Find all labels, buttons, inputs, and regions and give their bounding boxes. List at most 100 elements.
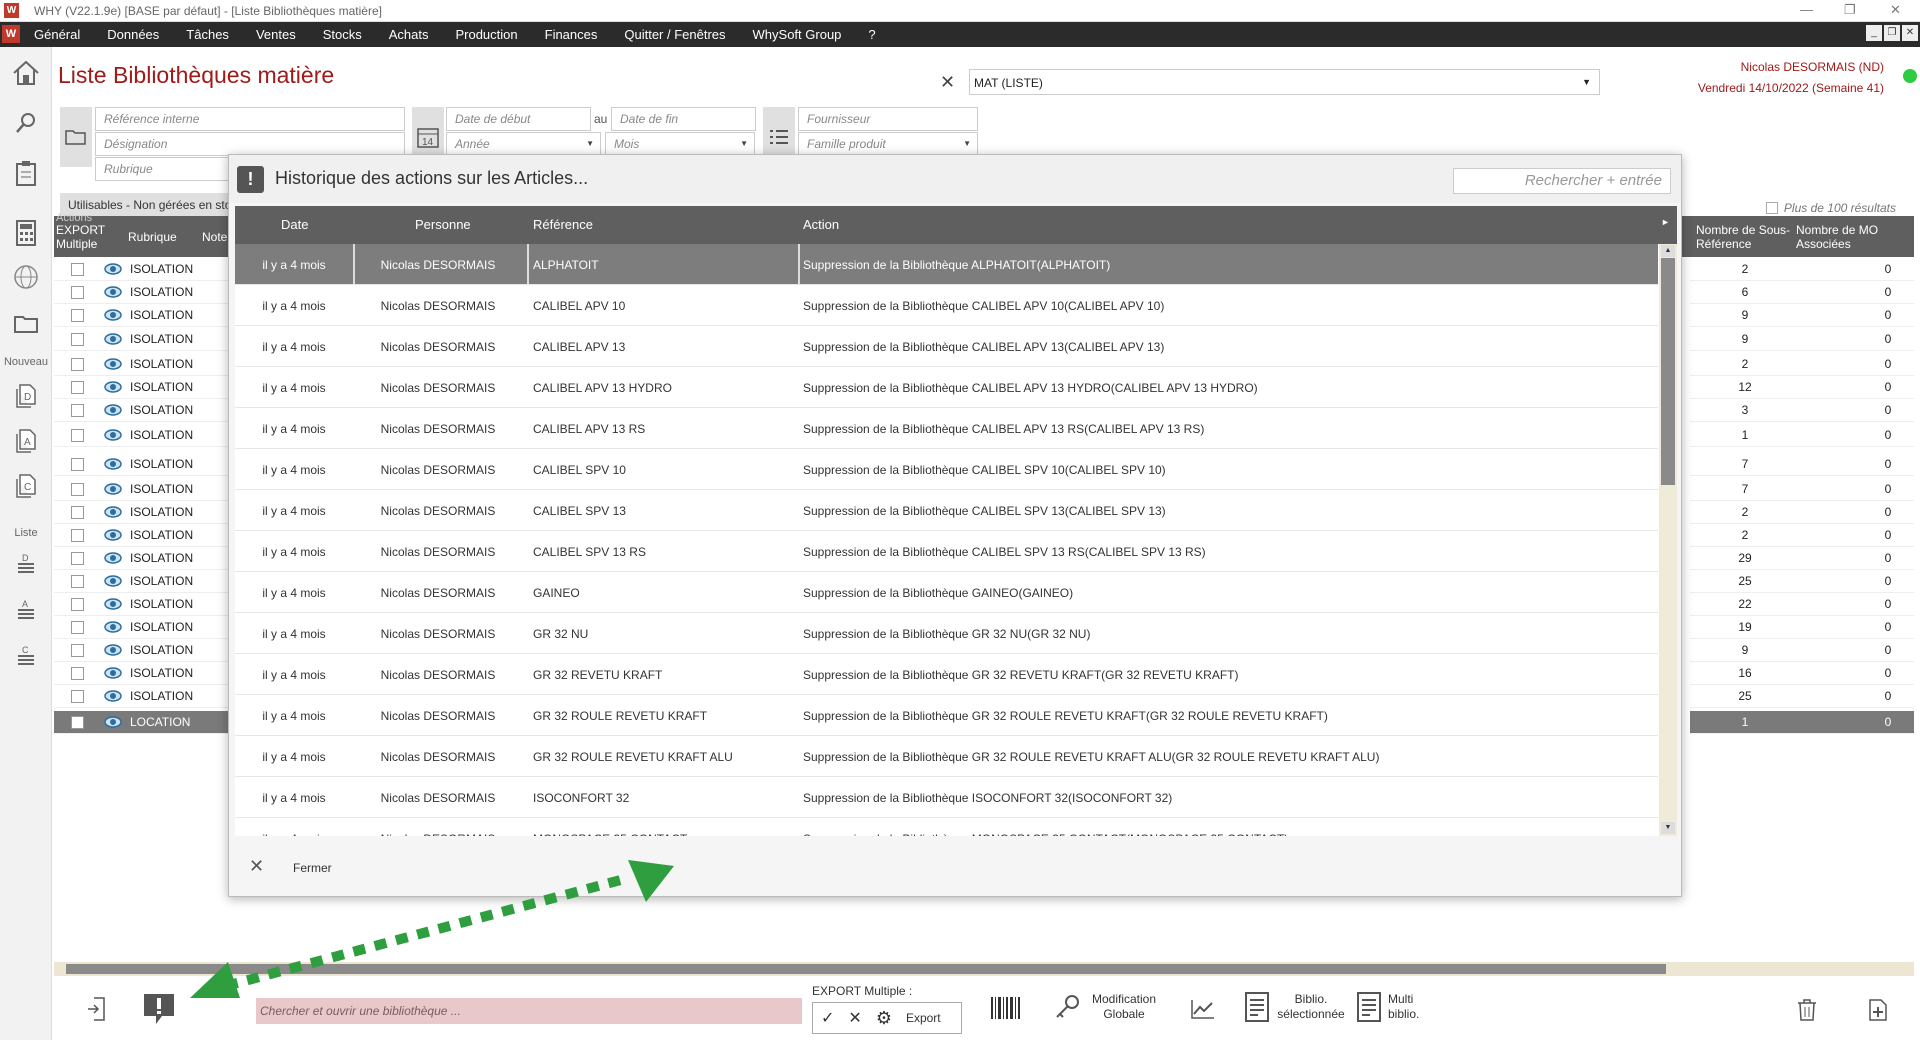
- history-row[interactable]: il y a 4 mois Nicolas DESORMAIS CALIBEL SP…: [235, 490, 1658, 531]
- row-checkbox[interactable]: [71, 598, 84, 611]
- menu-item[interactable]: Stocks: [323, 22, 362, 47]
- scrollbar-thumb[interactable]: [1661, 258, 1675, 485]
- menu-item[interactable]: ?: [868, 22, 875, 47]
- history-row[interactable]: il y a 4 mois Nicolas DESORMAIS CALIBEL AP…: [235, 285, 1658, 326]
- table-row[interactable]: ISOLATION: [54, 570, 234, 593]
- exit-icon[interactable]: [86, 996, 106, 1022]
- chart-icon[interactable]: [1190, 998, 1216, 1020]
- eye-icon[interactable]: [104, 308, 122, 322]
- close-icon[interactable]: ✕: [848, 1008, 861, 1028]
- more-results-checkbox[interactable]: Plus de 100 résultats: [1765, 201, 1896, 215]
- col-note-header[interactable]: Note: [202, 230, 227, 244]
- eye-icon[interactable]: [104, 357, 122, 371]
- menu-item[interactable]: Tâches: [186, 22, 229, 47]
- home-icon[interactable]: [10, 57, 42, 89]
- calculator-icon[interactable]: [10, 217, 42, 249]
- eye-icon[interactable]: [104, 620, 122, 634]
- barcode-icon[interactable]: [990, 996, 1022, 1020]
- eye-icon[interactable]: [104, 551, 122, 565]
- menu-item[interactable]: Production: [455, 22, 517, 47]
- list-a-icon[interactable]: A: [10, 593, 42, 625]
- folder-icon[interactable]: [10, 307, 42, 339]
- eye-icon[interactable]: [104, 428, 122, 442]
- search-icon[interactable]: [10, 107, 42, 139]
- menu-item[interactable]: Quitter / Fenêtres: [624, 22, 725, 47]
- history-row[interactable]: il y a 4 mois Nicolas DESORMAIS GR 32 ROUL…: [235, 736, 1658, 777]
- eye-icon[interactable]: [104, 482, 122, 496]
- row-checkbox[interactable]: [71, 529, 84, 542]
- row-checkbox[interactable]: [71, 483, 84, 496]
- row-checkbox[interactable]: [71, 644, 84, 657]
- table-row[interactable]: ISOLATION: [54, 478, 234, 501]
- table-row[interactable]: ISOLATION: [54, 593, 234, 616]
- table-row[interactable]: ISOLATION: [54, 501, 234, 524]
- eye-icon[interactable]: [104, 715, 122, 729]
- table-row[interactable]: LOCATION: [54, 711, 234, 734]
- scroll-up-icon[interactable]: ▲: [1661, 245, 1675, 257]
- list-d-icon[interactable]: D: [10, 547, 42, 579]
- eye-icon[interactable]: [104, 332, 122, 346]
- scroll-right-icon[interactable]: ►: [1661, 217, 1670, 227]
- list-c-icon[interactable]: C: [10, 639, 42, 671]
- history-row[interactable]: il y a 4 moisNicolas DESORMAIS MONOSPACE …: [235, 818, 1658, 836]
- history-alert-icon[interactable]: [142, 992, 176, 1026]
- col-person-header[interactable]: Personne: [415, 217, 471, 232]
- new-a-icon[interactable]: A: [10, 425, 42, 457]
- row-checkbox[interactable]: [71, 621, 84, 634]
- col-export-header[interactable]: EXPORT Multiple: [56, 223, 106, 251]
- open-folder-icon[interactable]: [60, 107, 92, 167]
- eye-icon[interactable]: [104, 689, 122, 703]
- eye-icon[interactable]: [104, 597, 122, 611]
- clear-mode-icon[interactable]: ✕: [940, 72, 955, 93]
- row-checkbox[interactable]: [71, 263, 84, 276]
- clipboard-icon[interactable]: [10, 157, 42, 189]
- history-row[interactable]: il y a 4 mois Nicolas DESORMAIS CALIBEL AP…: [235, 367, 1658, 408]
- row-checkbox[interactable]: [71, 429, 84, 442]
- row-checkbox[interactable]: [71, 309, 84, 322]
- table-row[interactable]: ISOLATION: [54, 685, 234, 708]
- new-d-icon[interactable]: D: [10, 380, 42, 412]
- mdi-close-button[interactable]: ✕: [1902, 25, 1918, 41]
- restore-button[interactable]: ❐: [1844, 2, 1856, 18]
- scroll-down-icon[interactable]: ▼: [1661, 822, 1675, 834]
- row-checkbox[interactable]: [71, 552, 84, 565]
- check-icon[interactable]: ✓: [821, 1008, 834, 1028]
- col-action-header[interactable]: Action: [803, 217, 839, 232]
- table-row[interactable]: ISOLATION: [54, 399, 234, 422]
- menu-item[interactable]: Ventes: [256, 22, 296, 47]
- history-row[interactable]: il y a 4 mois Nicolas DESORMAIS GR 32 REVE…: [235, 654, 1658, 695]
- history-row[interactable]: il y a 4 mois Nicolas DESORMAIS ALPHATOIT S…: [235, 244, 1658, 285]
- table-row[interactable]: ISOLATION: [54, 424, 234, 447]
- history-row[interactable]: il y a 4 mois Nicolas DESORMAIS GAINEO Supp…: [235, 572, 1658, 613]
- checkbox[interactable]: [1765, 202, 1778, 214]
- row-checkbox[interactable]: [71, 286, 84, 299]
- date-end-input[interactable]: Date de fin: [611, 107, 756, 131]
- table-row[interactable]: ISOLATION: [54, 453, 234, 476]
- row-checkbox[interactable]: [71, 381, 84, 394]
- family-select[interactable]: Famille produit ▼: [798, 132, 978, 156]
- row-checkbox[interactable]: [71, 716, 84, 729]
- eye-icon[interactable]: [104, 528, 122, 542]
- col-nb-sousref-header[interactable]: Nombre de Sous-Référence: [1696, 223, 1796, 251]
- date-start-input[interactable]: Date de début: [446, 107, 591, 131]
- row-checkbox[interactable]: [71, 404, 84, 417]
- history-row[interactable]: il y a 4 mois Nicolas DESORMAIS ISOCONFORT…: [235, 777, 1658, 818]
- menu-item[interactable]: Finances: [545, 22, 598, 47]
- table-row[interactable]: ISOLATION: [54, 547, 234, 570]
- history-row[interactable]: il y a 4 mois Nicolas DESORMAIS GR 32 ROUL…: [235, 695, 1658, 736]
- table-row[interactable]: ISOLATION: [54, 353, 234, 376]
- history-row[interactable]: il y a 4 mois Nicolas DESORMAIS CALIBEL AP…: [235, 408, 1658, 449]
- designation-input[interactable]: Désignation: [95, 132, 405, 156]
- trash-icon[interactable]: [1796, 998, 1818, 1022]
- minimize-button[interactable]: —: [1800, 2, 1813, 17]
- rubrique-input[interactable]: Rubrique: [95, 157, 235, 181]
- mdi-restore-button[interactable]: ❐: [1884, 25, 1900, 41]
- menu-item[interactable]: Général: [34, 22, 80, 47]
- row-checkbox[interactable]: [71, 458, 84, 471]
- mdi-minimize-button[interactable]: _: [1866, 25, 1882, 41]
- table-row[interactable]: ISOLATION: [54, 258, 234, 281]
- eye-icon[interactable]: [104, 380, 122, 394]
- supplier-input[interactable]: Fournisseur: [798, 107, 978, 131]
- month-select[interactable]: Mois ▼: [605, 132, 755, 156]
- year-select[interactable]: Année ▼: [446, 132, 601, 156]
